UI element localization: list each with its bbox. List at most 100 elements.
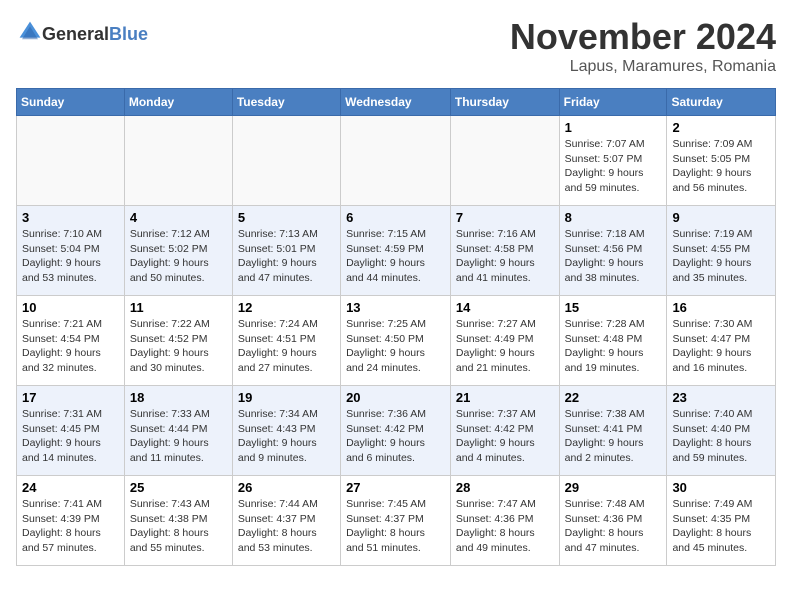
header-monday: Monday bbox=[124, 89, 232, 116]
calendar-cell: 25Sunrise: 7:43 AM Sunset: 4:38 PM Dayli… bbox=[124, 476, 232, 566]
calendar-body: 1 Sunrise: 7:07 AM Sunset: 5:07 PM Daylig… bbox=[17, 116, 776, 566]
day-number: 2 bbox=[672, 120, 770, 135]
day-detail: Sunrise: 7:44 AM Sunset: 4:37 PM Dayligh… bbox=[238, 497, 335, 556]
calendar-header: SundayMondayTuesdayWednesdayThursdayFrid… bbox=[17, 89, 776, 116]
calendar-cell: 16Sunrise: 7:30 AM Sunset: 4:47 PM Dayli… bbox=[667, 296, 776, 386]
calendar-week-1: 3 Sunrise: 7:10 AM Sunset: 5:04 PM Daylig… bbox=[17, 206, 776, 296]
header-sunday: Sunday bbox=[17, 89, 125, 116]
calendar-cell: 4 Sunrise: 7:12 AM Sunset: 5:02 PM Daylig… bbox=[124, 206, 232, 296]
day-detail: Sunrise: 7:09 AM Sunset: 5:05 PM Dayligh… bbox=[672, 137, 770, 196]
calendar-cell: 20 Sunrise: 7:36 AM Sunset: 4:42 PM Dayli… bbox=[341, 386, 451, 476]
calendar-cell: 3 Sunrise: 7:10 AM Sunset: 5:04 PM Daylig… bbox=[17, 206, 125, 296]
logo-text: GeneralBlue bbox=[42, 25, 148, 45]
day-detail: Sunrise: 7:43 AM Sunset: 4:38 PM Dayligh… bbox=[130, 497, 227, 556]
day-detail: Sunrise: 7:07 AM Sunset: 5:07 PM Dayligh… bbox=[565, 137, 662, 196]
day-detail: Sunrise: 7:33 AM Sunset: 4:44 PM Dayligh… bbox=[130, 407, 227, 466]
calendar-cell: 30 Sunrise: 7:49 AM Sunset: 4:35 PM Dayli… bbox=[667, 476, 776, 566]
subtitle: Lapus, Maramures, Romania bbox=[510, 58, 776, 76]
calendar-cell: 24 Sunrise: 7:41 AM Sunset: 4:39 PM Dayli… bbox=[17, 476, 125, 566]
calendar-cell: 1 Sunrise: 7:07 AM Sunset: 5:07 PM Daylig… bbox=[559, 116, 667, 206]
day-detail: Sunrise: 7:41 AM Sunset: 4:39 PM Dayligh… bbox=[22, 497, 119, 556]
header-wednesday: Wednesday bbox=[341, 89, 451, 116]
day-detail: Sunrise: 7:49 AM Sunset: 4:35 PM Dayligh… bbox=[672, 497, 770, 556]
day-detail: Sunrise: 7:25 AM Sunset: 4:50 PM Dayligh… bbox=[346, 317, 445, 376]
calendar-cell: 21 Sunrise: 7:37 AM Sunset: 4:42 PM Dayli… bbox=[450, 386, 559, 476]
day-number: 5 bbox=[238, 210, 335, 225]
day-number: 9 bbox=[672, 210, 770, 225]
day-detail: Sunrise: 7:48 AM Sunset: 4:36 PM Dayligh… bbox=[565, 497, 662, 556]
calendar-week-0: 1 Sunrise: 7:07 AM Sunset: 5:07 PM Daylig… bbox=[17, 116, 776, 206]
calendar-table: SundayMondayTuesdayWednesdayThursdayFrid… bbox=[16, 88, 776, 566]
day-number: 24 bbox=[22, 480, 119, 495]
calendar-cell: 23 Sunrise: 7:40 AM Sunset: 4:40 PM Dayli… bbox=[667, 386, 776, 476]
day-number: 26 bbox=[238, 480, 335, 495]
calendar-cell: 8 Sunrise: 7:18 AM Sunset: 4:56 PM Daylig… bbox=[559, 206, 667, 296]
day-detail: Sunrise: 7:16 AM Sunset: 4:58 PM Dayligh… bbox=[456, 227, 554, 286]
day-detail: Sunrise: 7:12 AM Sunset: 5:02 PM Dayligh… bbox=[130, 227, 227, 286]
day-detail: Sunrise: 7:27 AM Sunset: 4:49 PM Dayligh… bbox=[456, 317, 554, 376]
day-detail: Sunrise: 7:28 AM Sunset: 4:48 PM Dayligh… bbox=[565, 317, 662, 376]
day-number: 16 bbox=[672, 300, 770, 315]
day-detail: Sunrise: 7:45 AM Sunset: 4:37 PM Dayligh… bbox=[346, 497, 445, 556]
day-number: 12 bbox=[238, 300, 335, 315]
day-number: 7 bbox=[456, 210, 554, 225]
day-detail: Sunrise: 7:15 AM Sunset: 4:59 PM Dayligh… bbox=[346, 227, 445, 286]
calendar-cell: 27 Sunrise: 7:45 AM Sunset: 4:37 PM Dayli… bbox=[341, 476, 451, 566]
day-number: 19 bbox=[238, 390, 335, 405]
calendar-cell: 17 Sunrise: 7:31 AM Sunset: 4:45 PM Dayli… bbox=[17, 386, 125, 476]
day-number: 4 bbox=[130, 210, 227, 225]
day-detail: Sunrise: 7:47 AM Sunset: 4:36 PM Dayligh… bbox=[456, 497, 554, 556]
calendar-cell: 19 Sunrise: 7:34 AM Sunset: 4:43 PM Dayli… bbox=[232, 386, 340, 476]
calendar-cell: 29Sunrise: 7:48 AM Sunset: 4:36 PM Dayli… bbox=[559, 476, 667, 566]
calendar-cell: 9Sunrise: 7:19 AM Sunset: 4:55 PM Daylig… bbox=[667, 206, 776, 296]
day-detail: Sunrise: 7:34 AM Sunset: 4:43 PM Dayligh… bbox=[238, 407, 335, 466]
calendar-cell bbox=[341, 116, 451, 206]
day-detail: Sunrise: 7:18 AM Sunset: 4:56 PM Dayligh… bbox=[565, 227, 662, 286]
day-detail: Sunrise: 7:36 AM Sunset: 4:42 PM Dayligh… bbox=[346, 407, 445, 466]
page-header: GeneralBlue November 2024 Lapus, Maramur… bbox=[16, 16, 776, 76]
calendar-cell: 28 Sunrise: 7:47 AM Sunset: 4:36 PM Dayli… bbox=[450, 476, 559, 566]
calendar-cell: 12Sunrise: 7:24 AM Sunset: 4:51 PM Dayli… bbox=[232, 296, 340, 386]
calendar-cell: 14Sunrise: 7:27 AM Sunset: 4:49 PM Dayli… bbox=[450, 296, 559, 386]
day-number: 13 bbox=[346, 300, 445, 315]
header-row: SundayMondayTuesdayWednesdayThursdayFrid… bbox=[17, 89, 776, 116]
day-number: 3 bbox=[22, 210, 119, 225]
day-number: 6 bbox=[346, 210, 445, 225]
title-section: November 2024 Lapus, Maramures, Romania bbox=[510, 16, 776, 76]
day-detail: Sunrise: 7:37 AM Sunset: 4:42 PM Dayligh… bbox=[456, 407, 554, 466]
day-detail: Sunrise: 7:22 AM Sunset: 4:52 PM Dayligh… bbox=[130, 317, 227, 376]
day-number: 11 bbox=[130, 300, 227, 315]
day-number: 8 bbox=[565, 210, 662, 225]
day-number: 20 bbox=[346, 390, 445, 405]
calendar-cell bbox=[124, 116, 232, 206]
day-detail: Sunrise: 7:13 AM Sunset: 5:01 PM Dayligh… bbox=[238, 227, 335, 286]
calendar-cell: 13 Sunrise: 7:25 AM Sunset: 4:50 PM Dayli… bbox=[341, 296, 451, 386]
day-number: 18 bbox=[130, 390, 227, 405]
calendar-cell: 22Sunrise: 7:38 AM Sunset: 4:41 PM Dayli… bbox=[559, 386, 667, 476]
logo-icon bbox=[18, 20, 42, 44]
day-number: 28 bbox=[456, 480, 554, 495]
logo: GeneralBlue bbox=[16, 20, 148, 49]
day-detail: Sunrise: 7:40 AM Sunset: 4:40 PM Dayligh… bbox=[672, 407, 770, 466]
calendar-cell: 7 Sunrise: 7:16 AM Sunset: 4:58 PM Daylig… bbox=[450, 206, 559, 296]
day-detail: Sunrise: 7:38 AM Sunset: 4:41 PM Dayligh… bbox=[565, 407, 662, 466]
header-friday: Friday bbox=[559, 89, 667, 116]
day-number: 17 bbox=[22, 390, 119, 405]
calendar-cell: 18 Sunrise: 7:33 AM Sunset: 4:44 PM Dayli… bbox=[124, 386, 232, 476]
calendar-week-3: 17 Sunrise: 7:31 AM Sunset: 4:45 PM Dayli… bbox=[17, 386, 776, 476]
calendar-cell: 26 Sunrise: 7:44 AM Sunset: 4:37 PM Dayli… bbox=[232, 476, 340, 566]
calendar-cell: 11 Sunrise: 7:22 AM Sunset: 4:52 PM Dayli… bbox=[124, 296, 232, 386]
day-number: 27 bbox=[346, 480, 445, 495]
day-number: 21 bbox=[456, 390, 554, 405]
day-detail: Sunrise: 7:21 AM Sunset: 4:54 PM Dayligh… bbox=[22, 317, 119, 376]
day-number: 23 bbox=[672, 390, 770, 405]
day-detail: Sunrise: 7:10 AM Sunset: 5:04 PM Dayligh… bbox=[22, 227, 119, 286]
day-number: 15 bbox=[565, 300, 662, 315]
day-detail: Sunrise: 7:31 AM Sunset: 4:45 PM Dayligh… bbox=[22, 407, 119, 466]
day-number: 30 bbox=[672, 480, 770, 495]
day-number: 10 bbox=[22, 300, 119, 315]
calendar-week-2: 10 Sunrise: 7:21 AM Sunset: 4:54 PM Dayli… bbox=[17, 296, 776, 386]
header-thursday: Thursday bbox=[450, 89, 559, 116]
day-number: 1 bbox=[565, 120, 662, 135]
calendar-cell: 5 Sunrise: 7:13 AM Sunset: 5:01 PM Daylig… bbox=[232, 206, 340, 296]
